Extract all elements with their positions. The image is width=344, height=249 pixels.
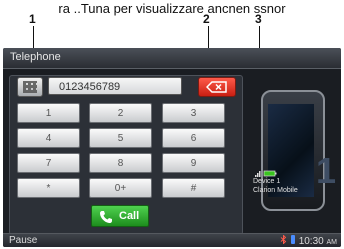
key-3[interactable]: 3	[162, 103, 225, 123]
key-6[interactable]: 6	[162, 128, 225, 148]
keypad-toggle-button[interactable]	[17, 77, 43, 97]
status-bar: Pause 10:30 AM	[3, 233, 341, 247]
clock-ampm: AM	[326, 239, 338, 246]
device-model: Clarion Mobile	[253, 187, 298, 194]
key-5[interactable]: 5	[89, 128, 152, 148]
callout-2-label: 2	[203, 12, 210, 26]
key-9[interactable]: 9	[162, 153, 225, 173]
key-4[interactable]: 4	[17, 128, 80, 148]
callout-3-label: 3	[255, 12, 262, 26]
call-button[interactable]: Call	[91, 205, 149, 227]
link-status-icon	[290, 235, 295, 244]
device-slot-number: 1	[316, 150, 337, 191]
key-1[interactable]: 1	[17, 103, 80, 123]
status-area: 10:30 AM	[280, 234, 338, 247]
callout-1-label: 1	[29, 12, 36, 26]
caption-text: ra ..Tuna per visualizzare ancnen ssnor	[58, 1, 286, 16]
signal-battery-icon	[255, 170, 277, 177]
key-star[interactable]: *	[17, 178, 80, 198]
call-label: Call	[119, 210, 140, 222]
page-title: Telephone	[10, 51, 61, 63]
telephone-screen: Telephone 0123456789 1 2 3 4 5 6 7 8 9 *…	[3, 48, 341, 247]
key-hash[interactable]: #	[162, 178, 225, 198]
pause-button[interactable]: Pause	[9, 235, 37, 246]
caption: ra ..Tuna per visualizzare ancnen ssnor	[0, 0, 344, 40]
key-2[interactable]: 2	[89, 103, 152, 123]
backspace-button[interactable]	[198, 77, 236, 97]
key-8[interactable]: 8	[89, 153, 152, 173]
device-name: Device 1	[253, 178, 281, 185]
clock-time: 10:30	[298, 236, 324, 247]
titlebar: Telephone	[3, 48, 341, 69]
key-7[interactable]: 7	[17, 153, 80, 173]
phone-handset-icon	[100, 211, 112, 223]
grid-icon	[23, 81, 37, 93]
backspace-icon	[206, 81, 227, 93]
key-0-plus[interactable]: 0+	[89, 178, 152, 198]
phone-number-field[interactable]: 0123456789	[48, 77, 182, 95]
bluetooth-icon	[280, 234, 287, 245]
